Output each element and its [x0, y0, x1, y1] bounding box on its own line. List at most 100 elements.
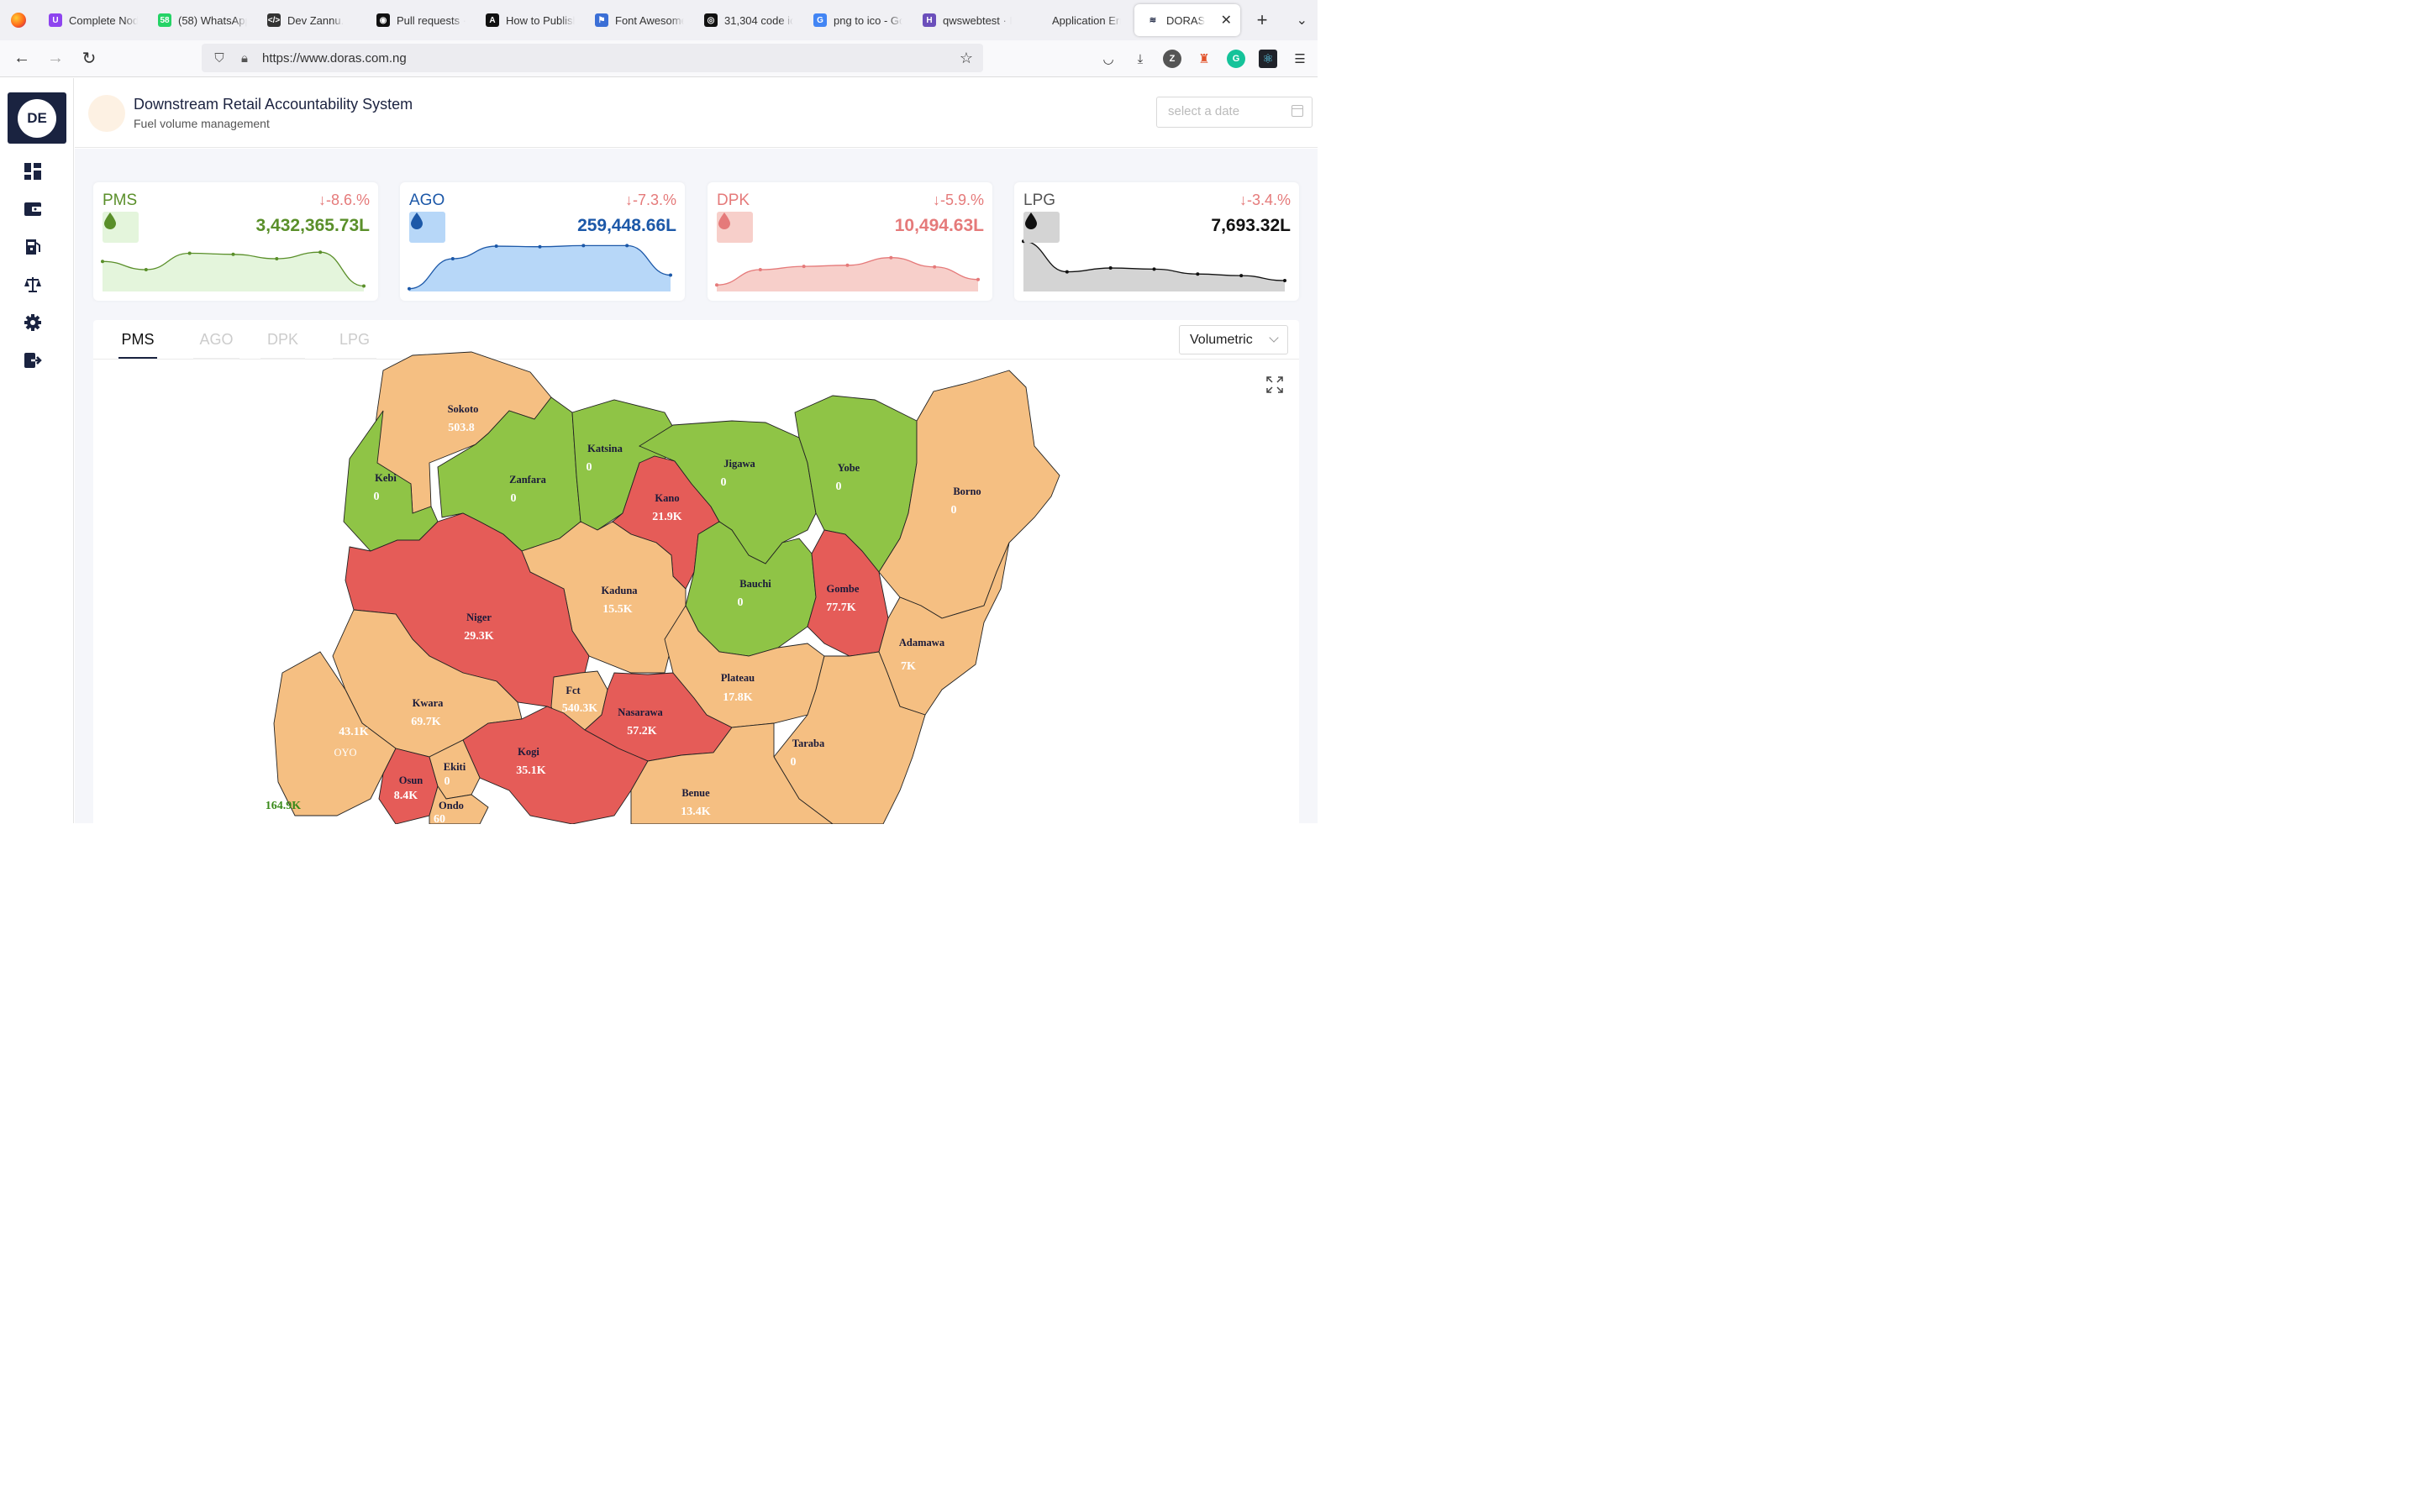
browser-tab[interactable]: U Complete Node	[37, 0, 146, 40]
browser-tab-strip: U Complete Node 58 (58) WhatsApp </> Dev Zann…	[0, 0, 1318, 40]
page-header: Downstream Retail Accountability System …	[75, 78, 1318, 148]
gear-icon[interactable]	[24, 313, 42, 332]
sparkline-point	[318, 250, 323, 255]
url-bar[interactable]: ⛉ 🔒︎ https://www.doras.com.ng ☆	[202, 44, 983, 72]
sparkline-point	[889, 255, 893, 260]
browser-tab[interactable]: A How to Publish	[474, 0, 583, 40]
zotero-extension-icon[interactable]: Z	[1163, 50, 1181, 68]
fuel-drop-icon	[1025, 213, 1037, 229]
fuel-drop-icon	[104, 213, 116, 229]
state-value: 0	[951, 504, 957, 517]
browser-tab[interactable]: Application Error	[1020, 0, 1129, 40]
sparkline-point	[802, 265, 806, 269]
fuel-pump-icon[interactable]	[24, 238, 42, 256]
state-value: 77.7K	[826, 601, 856, 614]
user-avatar-box[interactable]: DE	[8, 92, 66, 144]
state-value: 0	[836, 480, 842, 493]
product-volume: 259,448.66L	[577, 216, 676, 235]
calendar-icon[interactable]	[1292, 105, 1303, 117]
app-logo	[88, 95, 125, 132]
sparkline-area	[717, 257, 978, 291]
close-tab-icon[interactable]: ✕	[1221, 12, 1232, 29]
forward-button[interactable]: →	[39, 49, 72, 68]
react-devtools-icon[interactable]: ⚛	[1259, 50, 1277, 68]
state-value: 29.3K	[464, 630, 494, 643]
fuel-drop-icon	[411, 213, 423, 229]
browser-tab[interactable]: Gpng to ico - Go	[802, 0, 911, 40]
new-tab-button[interactable]: +	[1247, 9, 1277, 31]
browser-tab-label: (58) WhatsApp	[178, 13, 247, 27]
doras-favicon-icon: ≋	[1146, 13, 1160, 27]
sparkline-point	[144, 268, 148, 271]
sparkline-point	[231, 252, 235, 256]
lock-icon[interactable]: 🔒︎	[237, 50, 252, 66]
state-value: 8.4K	[394, 790, 418, 802]
logout-icon[interactable]	[24, 351, 42, 370]
back-button[interactable]: ←	[5, 49, 39, 68]
bookmark-star-icon[interactable]: ☆	[960, 50, 973, 67]
reload-button[interactable]: ↻	[72, 48, 106, 69]
product-card-lpg[interactable]: LPG ↓-3.4.% 7,693.32L	[1014, 182, 1299, 301]
downloads-icon[interactable]: ⤓	[1131, 50, 1150, 68]
sparkline-point	[1065, 270, 1069, 274]
browser-tab[interactable]: </> Dev Zannu.	[255, 0, 365, 40]
product-card-pms[interactable]: PMS ↓-8.6.% 3,432,365.73L	[93, 182, 378, 301]
state-value: 0	[721, 476, 727, 489]
wallet-icon[interactable]	[24, 200, 42, 218]
browser-tab-label: qwswebtest · H	[943, 13, 1012, 27]
nigeria-state-map: Sokoto 503.8 Kebi 0 Zanfara 0 Katsina 0 Kano 21.9…	[266, 351, 1060, 824]
state-value: 35.1K	[516, 764, 546, 777]
browser-tab[interactable]: ⚑ Font Awesome	[583, 0, 692, 40]
tab-favicon-icon: A	[486, 13, 499, 27]
tab-favicon-icon	[1032, 13, 1045, 27]
browser-tab[interactable]: ◎ 31,304 code ic	[692, 0, 802, 40]
state-name: Adamawa	[899, 637, 945, 648]
browser-tab-label: Dev Zannu.	[287, 13, 345, 27]
product-name: AGO	[409, 192, 445, 209]
sparkline-point	[362, 284, 366, 288]
product-card-dpk[interactable]: DPK ↓-5.9.% 10,494.63L	[708, 182, 992, 301]
state-name: Ekiti	[444, 761, 466, 773]
state-name: Gombe	[827, 583, 860, 595]
browser-tab[interactable]: Hqwswebtest · H	[911, 0, 1020, 40]
browser-tab-label: How to Publish	[506, 13, 575, 27]
state-name: Fct	[566, 685, 581, 696]
state-value: 7K	[901, 660, 916, 673]
state-name: Kebi	[375, 472, 397, 484]
state-value: 57.2K	[627, 725, 657, 738]
browser-tab-label: 31,304 code ic	[724, 13, 793, 27]
state-name: Yobe	[838, 462, 860, 474]
state-name: Niger	[466, 612, 492, 623]
sparkline-point	[976, 277, 980, 281]
app-menu-icon[interactable]: ☰	[1291, 50, 1309, 68]
browser-tab-label: Font Awesome	[615, 13, 684, 27]
shield-icon[interactable]: ⛉	[212, 50, 227, 66]
state-name: Sokoto	[448, 403, 479, 415]
state-name: Taraba	[792, 738, 825, 749]
state-value: 540.3K	[562, 702, 598, 715]
product-name: LPG	[1023, 192, 1056, 209]
browser-tab[interactable]: ◉ Pull requests ·	[365, 0, 474, 40]
state-name: Kano	[655, 492, 679, 504]
browser-tab-label: Pull requests ·	[397, 13, 466, 27]
product-card-ago[interactable]: AGO ↓-7.3.% 259,448.66L	[400, 182, 685, 301]
sparkline-point	[275, 257, 279, 260]
grammarly-extension-icon[interactable]: G	[1227, 50, 1245, 68]
state-value: 503.8	[448, 422, 475, 434]
sparkline-point	[625, 244, 629, 248]
pocket-icon[interactable]: ◡	[1099, 50, 1118, 68]
state-value-partial: 164.9K	[266, 800, 302, 812]
browser-nav-bar: ← → ↻ ⛉ 🔒︎ https://www.doras.com.ng ☆ ◡ …	[0, 40, 1318, 77]
lighthouse-extension-icon[interactable]: ♜	[1195, 50, 1213, 68]
change-percent: ↓-5.9.%	[932, 192, 984, 208]
browser-tab-active[interactable]: ≋ DORAS ✕	[1134, 4, 1240, 36]
browser-tab[interactable]: 58 (58) WhatsApp	[146, 0, 255, 40]
firefox-menu-icon[interactable]	[0, 0, 37, 40]
dashboard-icon[interactable]	[24, 162, 42, 181]
sparkline-point	[1196, 272, 1200, 276]
date-picker[interactable]: select a date	[1156, 97, 1313, 128]
scale-icon[interactable]	[24, 276, 42, 294]
product-volume: 3,432,365.73L	[255, 216, 370, 235]
list-all-tabs-icon[interactable]: ⌄	[1297, 12, 1307, 29]
url-text[interactable]: https://www.doras.com.ng	[262, 51, 407, 66]
